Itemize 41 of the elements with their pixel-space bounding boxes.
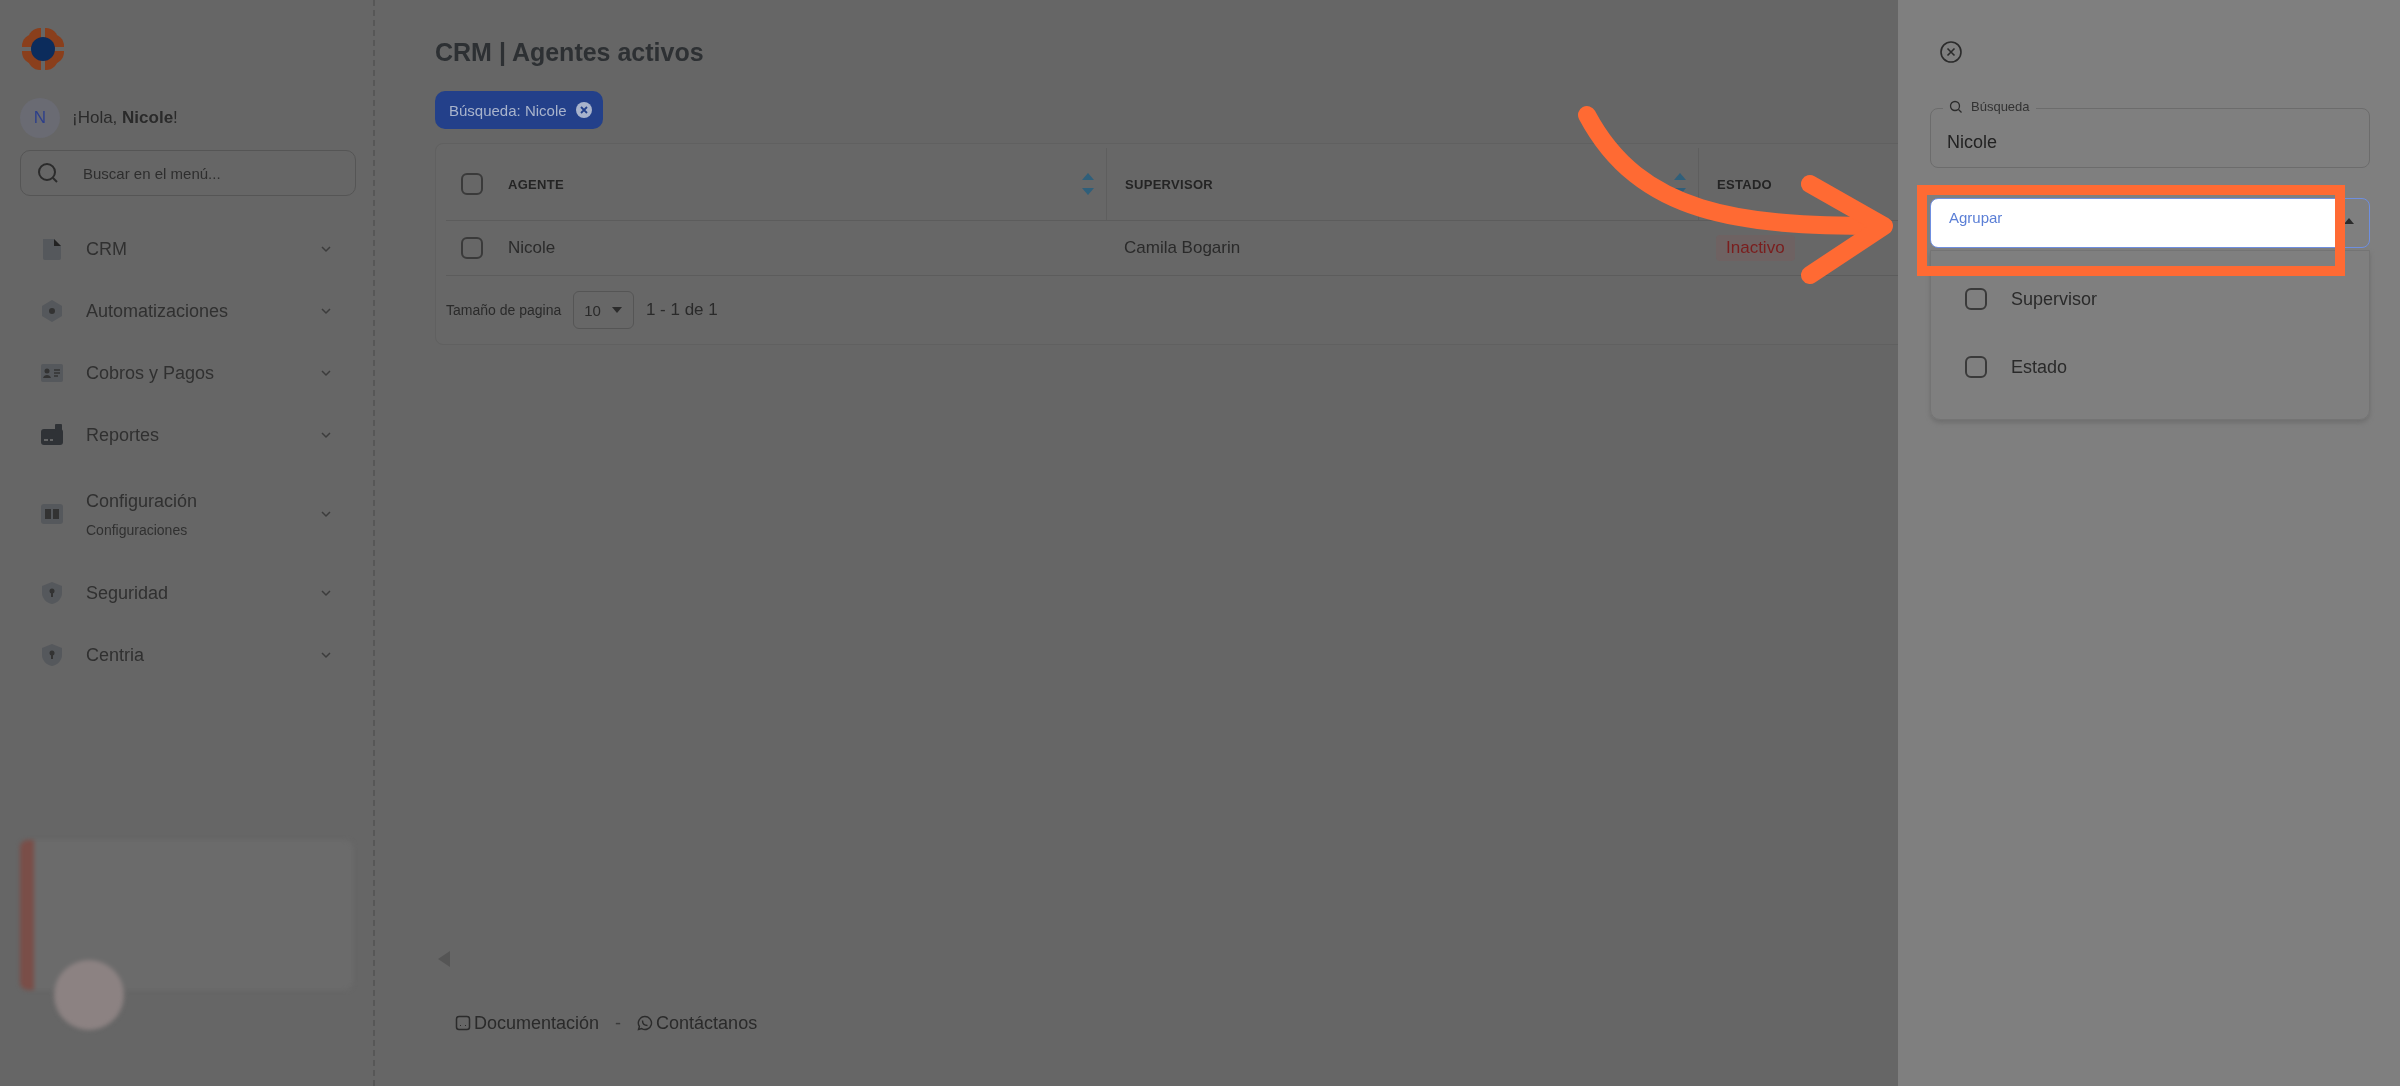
search-icon: [36, 161, 60, 185]
avatar: N: [20, 98, 60, 138]
footer-link[interactable]: Documentación: [455, 1012, 600, 1034]
checkbox[interactable]: [1965, 356, 1987, 378]
filter-chip[interactable]: Búsqueda: Nicole: [435, 91, 603, 129]
option-label[interactable]: Supervisor: [2011, 288, 2098, 310]
column-header[interactable]: SUPERVISOR: [1125, 176, 1213, 192]
table-cell: Nicole: [508, 238, 556, 258]
option-label[interactable]: Estado: [2011, 356, 2068, 378]
wallet-icon: [40, 423, 64, 447]
document-icon: [455, 1015, 471, 1031]
column-header[interactable]: AGENTE: [508, 176, 564, 192]
page-range: 1 - 1 de 1: [645, 300, 718, 320]
document-icon: [40, 237, 64, 261]
checkbox[interactable]: [1965, 288, 1987, 310]
chat-icon: [637, 1015, 654, 1031]
checkbox[interactable]: [461, 173, 483, 195]
search-icon: [1949, 99, 1963, 114]
page-title: CRM | Agentes activos: [435, 38, 705, 67]
footer-link[interactable]: Contáctanos: [637, 1012, 758, 1034]
status-badge: Inactivo: [1716, 235, 1795, 261]
shield-icon: [40, 581, 64, 605]
page-size-label: Tamaño de pagina: [446, 302, 562, 318]
page-size-select[interactable]: 10: [573, 291, 634, 329]
sort-icon[interactable]: [1080, 171, 1096, 197]
dropdown-caret-icon: [610, 306, 623, 314]
group-select-field[interactable]: Agrupar: [1930, 198, 2370, 248]
menu-search-field[interactable]: Buscar en el menú...: [20, 150, 356, 196]
company-logo: [20, 26, 66, 72]
checkbox[interactable]: [461, 237, 483, 259]
hexagon-icon: [40, 299, 64, 323]
book-icon: [40, 502, 64, 526]
separator-text: -: [615, 1012, 622, 1034]
shield-icon: [40, 643, 64, 667]
table-cell: Camila Bogarin: [1124, 238, 1241, 258]
blurred-image-placeholder: [54, 960, 124, 1030]
close-icon[interactable]: [1939, 40, 1963, 64]
remove-chip-icon[interactable]: [574, 101, 593, 119]
id-card-icon: [40, 361, 64, 385]
column-header[interactable]: ESTADO: [1717, 176, 1772, 192]
greeting-text: ¡Hola, Nicole!: [72, 108, 178, 128]
